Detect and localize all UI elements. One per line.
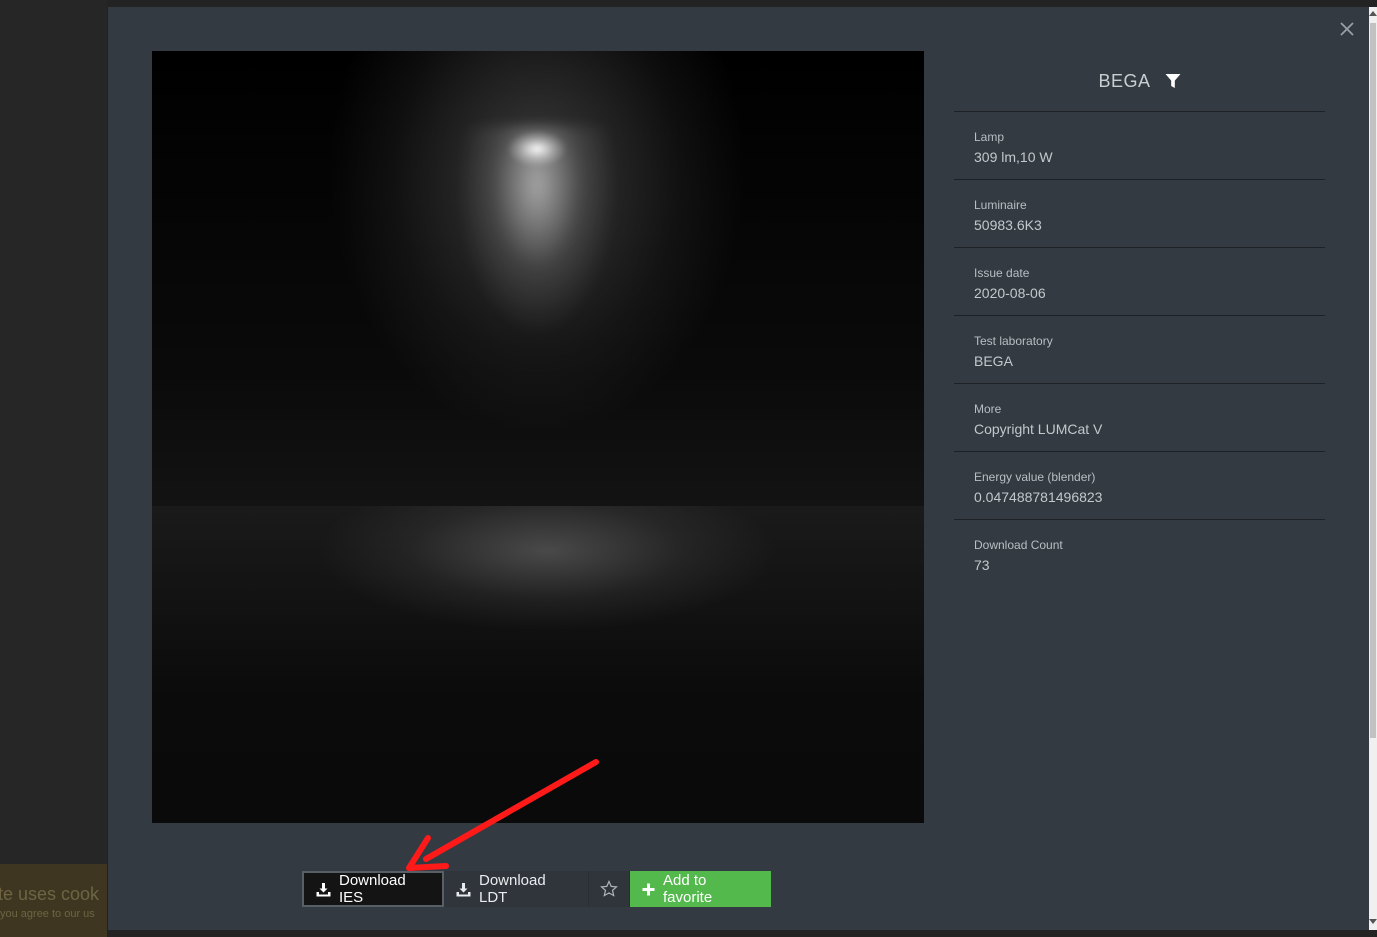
property-label: Lamp [974,130,1005,144]
property-value: Copyright LUMCat V [974,421,1103,437]
property-more: More Copyright LUMCat V [954,384,1325,452]
close-icon[interactable] [1337,19,1357,39]
property-value: BEGA [974,353,1013,369]
light-render-preview [152,51,924,823]
property-label: Energy value (blender) [974,470,1096,484]
scroll-up-arrow-icon[interactable] [1369,11,1377,16]
property-luminaire: Luminaire 50983.6K3 [954,180,1325,248]
property-value: 0.047488781496823 [974,489,1103,505]
properties-panel: BEGA Lamp 309 lm,10 W Luminaire 50983.6K… [954,51,1325,588]
property-value: 2020-08-06 [974,285,1046,301]
download-ies-label: Download IES [339,872,406,906]
property-value: 309 lm,10 W [974,149,1053,165]
star-icon [600,880,618,897]
download-icon [316,882,331,896]
filter-icon[interactable] [1165,73,1181,89]
property-label: Luminaire [974,198,1027,212]
property-download-count: Download Count 73 [954,520,1325,588]
property-label: Download Count [974,538,1063,552]
property-energy-value: Energy value (blender) 0.047488781496823 [954,452,1325,520]
property-issue-date: Issue date 2020-08-06 [954,248,1325,316]
scrollbar-thumb[interactable] [1370,23,1376,738]
scroll-down-arrow-icon[interactable] [1369,919,1377,924]
add-to-favorite-button[interactable]: Add to favorite [630,871,771,907]
property-lamp: Lamp 309 lm,10 W [954,112,1325,180]
render-light-source [507,129,567,169]
render-light-cone [457,126,617,426]
property-label: More [974,402,1002,416]
plus-icon [642,883,655,895]
add-to-favorite-label: Add to favorite [663,872,713,906]
download-icon [456,882,471,896]
property-label: Issue date [974,266,1030,280]
cookie-banner-title: te uses cook [0,884,100,904]
favorite-star-button[interactable] [589,871,630,907]
cookie-banner: te uses cook you agree to our us [0,864,107,937]
brand-header: BEGA [954,51,1325,112]
render-floor [152,506,924,823]
modal-scrollbar[interactable] [1369,7,1377,930]
property-label: Test laboratory [974,334,1053,348]
page-backdrop [0,0,107,937]
download-ldt-label: Download LDT [479,872,546,906]
download-ldt-button[interactable]: Download LDT [444,871,589,907]
action-button-group: Download IES Download LDT Add to favorit… [302,871,771,907]
brand-name: BEGA [1098,70,1151,91]
light-detail-modal: BEGA Lamp 309 lm,10 W Luminaire 50983.6K… [107,7,1370,930]
property-value: 73 [974,557,990,573]
download-ies-button[interactable]: Download IES [302,871,444,907]
property-value: 50983.6K3 [974,217,1042,233]
property-test-laboratory: Test laboratory BEGA [954,316,1325,384]
cookie-banner-text: you agree to our us [0,908,95,920]
